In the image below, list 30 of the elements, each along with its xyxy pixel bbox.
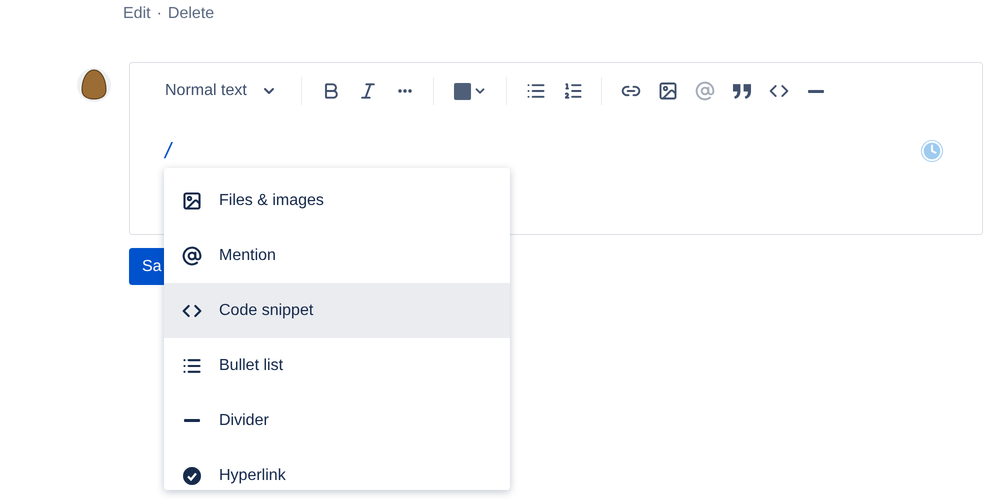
menu-item[interactable]: Code snippet [164,283,510,338]
menu-item-label: Code snippet [219,300,314,320]
text-style-dropdown[interactable]: Normal text [165,79,291,103]
menu-item-label: Mention [219,246,276,266]
delete-link[interactable]: Delete [168,2,214,26]
menu-item[interactable]: Mention [164,228,510,283]
image-icon [182,190,202,210]
menu-item-label: Bullet list [219,356,284,376]
numbered-list-icon [562,81,582,101]
menu-item-label: Hyperlink [219,466,286,486]
at-sign-icon [182,246,202,266]
check-circle-icon [182,466,202,486]
bullet-list-icon [526,81,546,101]
menu-item[interactable]: Bullet list [164,338,510,393]
clock-icon [921,140,943,162]
quote-icon [732,84,750,98]
avatar-icon [77,66,111,104]
minus-icon [184,419,200,422]
color-swatch-icon [454,82,470,100]
edit-link[interactable]: Edit [123,2,151,26]
menu-item-label: Divider [219,410,269,430]
menu-item[interactable]: Files & images [164,173,510,228]
separator-dot: · [156,4,162,24]
at-sign-icon [694,81,714,101]
menu-item-label: Files & images [219,190,324,210]
menu-item[interactable]: Divider [164,393,510,448]
editor-text[interactable]: / [165,140,172,162]
menu-item[interactable]: Hyperlink [164,448,510,490]
more-icon [398,89,412,93]
image-icon [658,81,678,101]
